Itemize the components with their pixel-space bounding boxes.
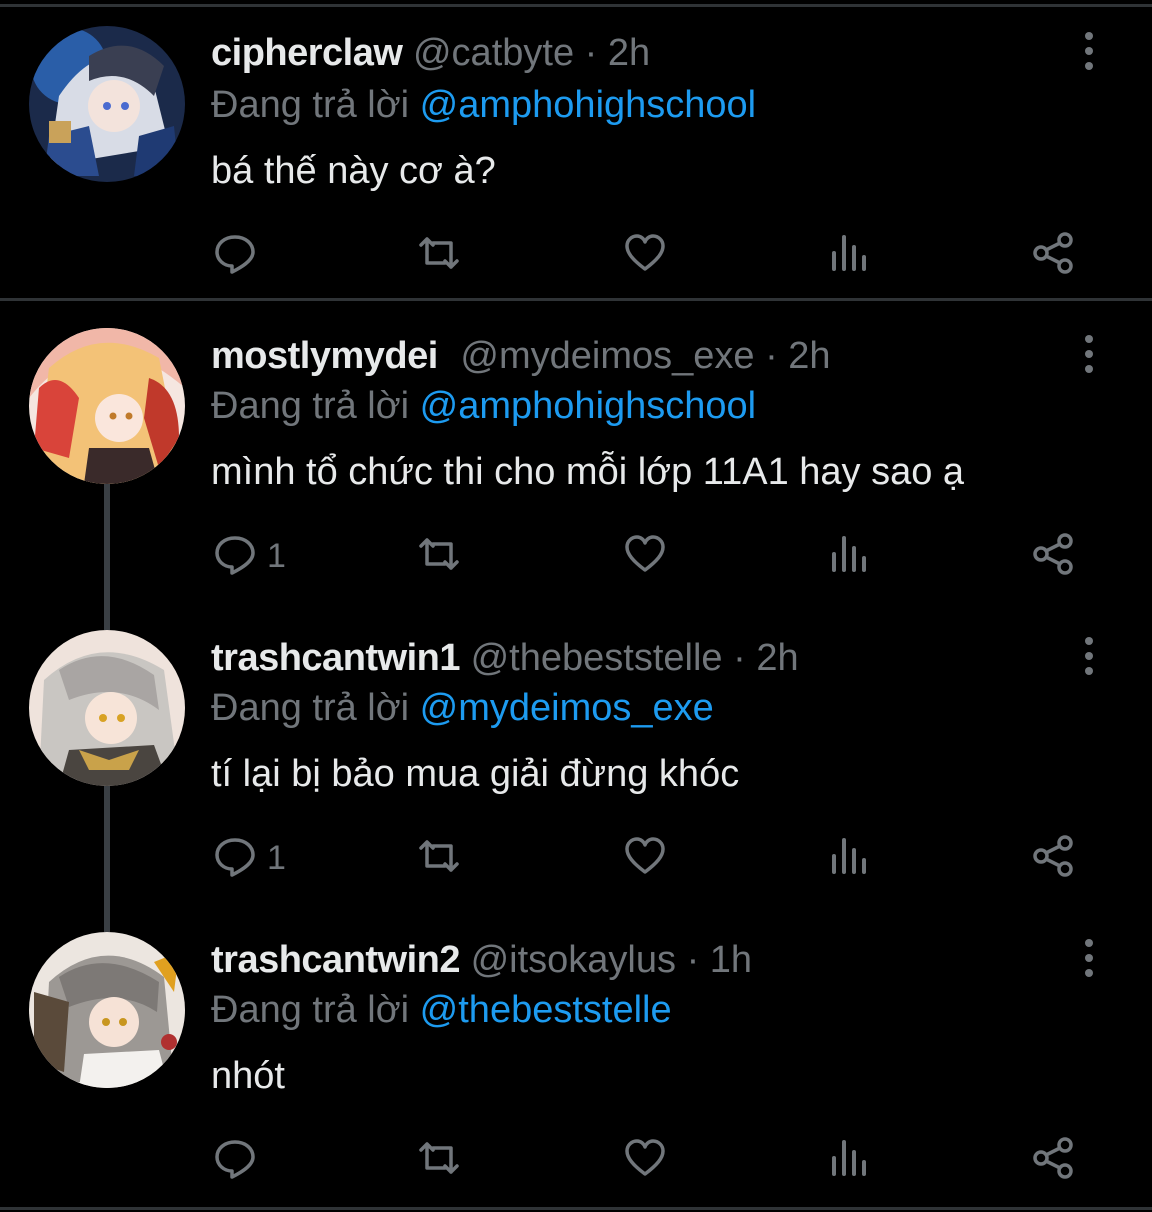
retweet-button[interactable]: [417, 833, 461, 883]
tweet[interactable]: trashcantwin1 @thebeststelle · 2h Đang t…: [0, 603, 1152, 905]
mention-link[interactable]: @amphohighschool: [420, 84, 756, 126]
like-button[interactable]: [623, 833, 667, 883]
retweet-icon: [417, 834, 461, 883]
retweet-button[interactable]: [417, 1135, 461, 1185]
reply-button[interactable]: 1: [213, 531, 286, 581]
like-icon: [623, 532, 667, 581]
reply-icon: [213, 1136, 257, 1185]
separator: ·: [733, 637, 746, 679]
username[interactable]: trashcantwin2: [211, 939, 461, 981]
user-handle[interactable]: @catbyte: [413, 32, 574, 74]
timestamp[interactable]: 2h: [756, 637, 798, 679]
mention-link[interactable]: @mydeimos_exe: [420, 687, 714, 729]
action-bar: [0, 1135, 1152, 1185]
avatar[interactable]: [29, 932, 185, 1088]
action-bar: 1: [0, 531, 1152, 581]
tweet-header: mostlymydei @mydeimos_exe · 2h: [211, 331, 831, 381]
views-button[interactable]: [828, 1135, 872, 1185]
tweet[interactable]: cipherclaw @catbyte · 2h Đang trả lời @a…: [0, 0, 1152, 298]
reply-count: 1: [267, 838, 286, 877]
tweet-text: mình tổ chức thi cho mỗi lớp 11A1 hay sa…: [211, 451, 965, 493]
separator: ·: [686, 939, 700, 981]
reply-count: 1: [267, 536, 286, 575]
reply-icon: [213, 231, 257, 280]
replying-prefix: Đang trả lời: [211, 385, 410, 427]
tweet[interactable]: trashcantwin2 @itsokaylus · 1h Đang trả …: [0, 905, 1152, 1207]
views-button[interactable]: [828, 833, 872, 883]
share-icon: [1031, 231, 1075, 280]
replying-to: Đang trả lời @amphohighschool: [211, 381, 756, 431]
share-icon: [1031, 1136, 1075, 1185]
retweet-icon: [417, 1136, 461, 1185]
like-button[interactable]: [623, 230, 667, 280]
more-options-icon[interactable]: [1070, 933, 1108, 983]
reply-button[interactable]: 1: [213, 833, 286, 883]
like-icon: [623, 834, 667, 883]
avatar[interactable]: [29, 630, 185, 786]
timestamp[interactable]: 2h: [788, 335, 830, 377]
bottom-divider: [0, 1207, 1152, 1210]
share-button[interactable]: [1031, 531, 1075, 581]
retweet-button[interactable]: [417, 531, 461, 581]
username[interactable]: mostlymydei: [211, 335, 438, 377]
retweet-icon: [417, 532, 461, 581]
views-icon: [828, 1136, 872, 1185]
share-button[interactable]: [1031, 1135, 1075, 1185]
like-button[interactable]: [623, 531, 667, 581]
reply-icon: [213, 834, 257, 883]
retweet-icon: [417, 231, 461, 280]
share-button[interactable]: [1031, 833, 1075, 883]
more-options-icon[interactable]: [1070, 329, 1108, 379]
user-handle[interactable]: @mydeimos_exe: [460, 335, 754, 377]
more-options-icon[interactable]: [1070, 26, 1108, 76]
tweet-header: trashcantwin2 @itsokaylus · 1h: [211, 935, 752, 985]
replying-to: Đang trả lời @amphohighschool: [211, 80, 756, 130]
tweet-header: cipherclaw @catbyte · 2h: [211, 28, 650, 78]
views-icon: [828, 834, 872, 883]
tweet[interactable]: mostlymydei @mydeimos_exe · 2h Đang trả …: [0, 301, 1152, 603]
replying-prefix: Đang trả lời: [211, 989, 410, 1031]
replying-prefix: Đang trả lời: [211, 687, 410, 729]
replying-prefix: Đang trả lời: [211, 84, 410, 126]
tweet-text: bá thế này cơ à?: [211, 150, 496, 192]
timestamp[interactable]: 1h: [710, 939, 752, 981]
separator: ·: [765, 335, 778, 377]
user-handle[interactable]: @itsokaylus: [471, 939, 676, 981]
like-button[interactable]: [623, 1135, 667, 1185]
reply-button[interactable]: [213, 230, 267, 280]
reply-icon: [213, 532, 257, 581]
share-button[interactable]: [1031, 230, 1075, 280]
action-bar: 1: [0, 833, 1152, 883]
reply-button[interactable]: [213, 1135, 267, 1185]
tweet-header: trashcantwin1 @thebeststelle · 2h: [211, 633, 799, 683]
avatar[interactable]: [29, 328, 185, 484]
like-icon: [623, 231, 667, 280]
mention-link[interactable]: @amphohighschool: [420, 385, 756, 427]
views-icon: [828, 231, 872, 280]
timestamp[interactable]: 2h: [608, 32, 650, 74]
avatar[interactable]: [29, 26, 185, 182]
tweet-text: tí lại bị bảo mua giải đừng khóc: [211, 753, 740, 795]
like-icon: [623, 1136, 667, 1185]
tweet-text: nhót: [211, 1055, 285, 1097]
views-button[interactable]: [828, 531, 872, 581]
replying-to: Đang trả lời @thebeststelle: [211, 985, 672, 1035]
action-bar: [0, 230, 1152, 280]
share-icon: [1031, 834, 1075, 883]
share-icon: [1031, 532, 1075, 581]
mention-link[interactable]: @thebeststelle: [420, 989, 672, 1031]
username[interactable]: trashcantwin1: [211, 637, 461, 679]
user-handle[interactable]: @thebeststelle: [471, 637, 723, 679]
username[interactable]: cipherclaw: [211, 32, 403, 74]
separator: ·: [584, 32, 598, 74]
more-options-icon[interactable]: [1070, 631, 1108, 681]
views-button[interactable]: [828, 230, 872, 280]
views-icon: [828, 532, 872, 581]
retweet-button[interactable]: [417, 230, 461, 280]
replying-to: Đang trả lời @mydeimos_exe: [211, 683, 714, 733]
